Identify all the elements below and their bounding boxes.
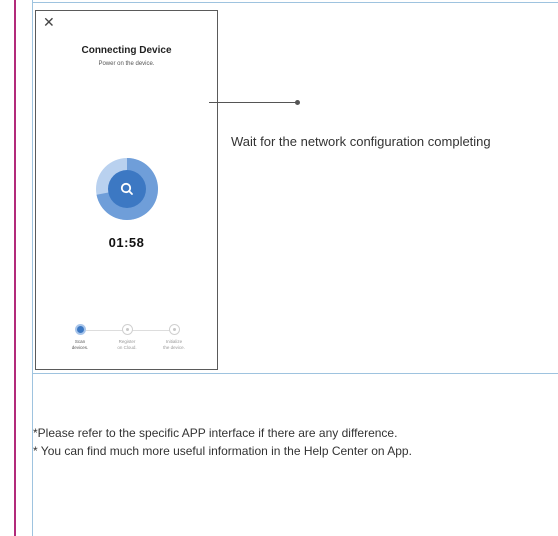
note-text: * You can find much more useful informat… bbox=[33, 444, 412, 458]
search-icon bbox=[96, 158, 158, 220]
frame-divider bbox=[32, 373, 558, 374]
step-pending-icon bbox=[121, 324, 133, 335]
step-label: Register on Cloud. bbox=[117, 339, 137, 350]
frame-border-top bbox=[32, 2, 558, 3]
page-title: Connecting Device bbox=[81, 45, 172, 56]
callout-leader-line bbox=[209, 102, 297, 103]
step-active-icon bbox=[74, 324, 86, 335]
phone-screenshot: ✕ Connecting Device Power on the device.… bbox=[35, 10, 218, 370]
step-label: Scan devices. bbox=[71, 339, 89, 350]
step-scan-devices: Scan devices. bbox=[55, 324, 105, 351]
countdown-timer: 01:58 bbox=[108, 235, 145, 250]
callout-dot bbox=[295, 100, 300, 105]
step-pending-icon bbox=[168, 324, 180, 335]
step-register-cloud: Register on Cloud. bbox=[102, 324, 152, 351]
progress-steps: Scan devices. Register on Cloud. Initial… bbox=[36, 324, 219, 364]
step-label: Initialize the device. bbox=[163, 339, 185, 350]
page-margin-line bbox=[14, 0, 16, 536]
callout-text: Wait for the network configuration compl… bbox=[231, 134, 491, 149]
close-icon[interactable]: ✕ bbox=[43, 14, 55, 30]
page-subtitle: Power on the device. bbox=[98, 61, 155, 67]
note-text: *Please refer to the specific APP interf… bbox=[33, 426, 398, 440]
connection-progress-ring bbox=[96, 158, 158, 220]
step-initialize-device: Initialize the device. bbox=[149, 324, 199, 351]
